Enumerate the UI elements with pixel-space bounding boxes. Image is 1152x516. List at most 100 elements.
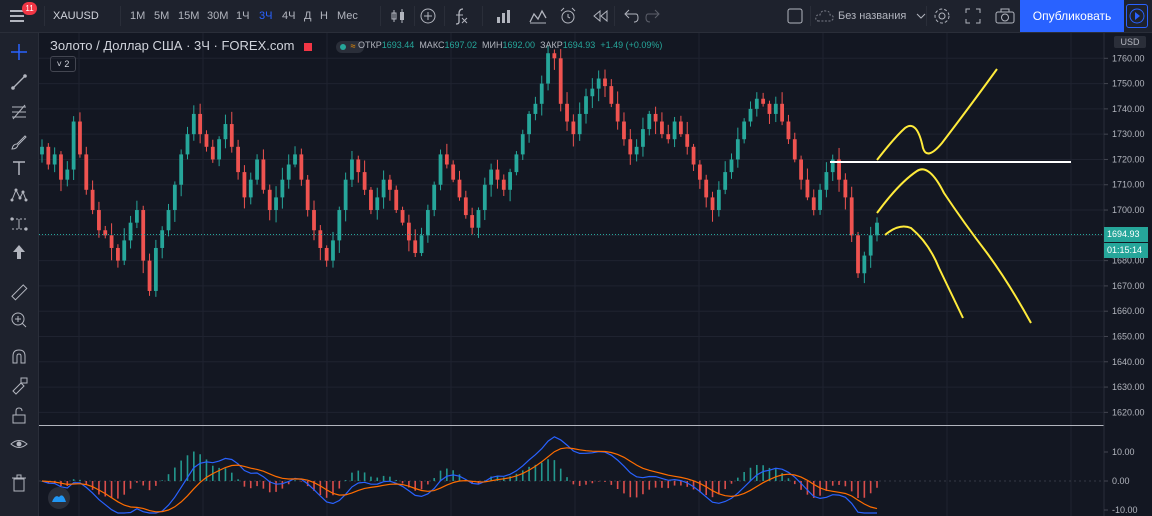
top-toolbar: 11 XAUUSD 1М 5М 15М 30М 1Ч 3Ч 4Ч Д Н Мес [0,0,1152,33]
candle-body [773,103,778,114]
text-tool-icon[interactable] [9,158,29,178]
candle-body [748,108,753,122]
macd-histogram-bar [136,481,138,483]
macd-histogram-bar [673,481,676,486]
candle-body [236,146,240,173]
macd-histogram-bar [148,481,151,491]
macd-histogram-bar [857,481,859,499]
macd-histogram-bar [72,479,75,481]
candle-body [217,139,222,160]
interval-30m[interactable]: 30М [207,0,228,32]
ruler-icon[interactable] [9,282,29,302]
brush-icon[interactable] [9,132,29,152]
macd-histogram-bar [376,477,379,481]
fullscreen-icon[interactable] [963,6,983,26]
candle-body [425,210,430,236]
forecast-curve-low[interactable] [884,225,964,319]
indicator-tick-label: 10.00 [1112,447,1135,457]
indicators-icon[interactable] [450,6,470,26]
forecast-curve-up[interactable] [876,68,998,161]
side-panel-toggle[interactable] [1126,4,1148,28]
lock-drawing-icon[interactable] [9,375,29,395]
financials-icon[interactable] [494,6,514,26]
interval-15m[interactable]: 15М [178,0,199,32]
candle-body [501,179,506,190]
arrow-up-icon[interactable] [9,242,29,262]
chart-type-icon[interactable] [388,6,408,26]
currency-label[interactable]: USD [1114,36,1146,48]
templates-icon[interactable] [528,6,548,26]
candle-body [552,53,557,59]
interval-week[interactable]: Н [320,0,328,32]
replay-icon[interactable] [590,6,610,26]
candle-body [805,179,810,198]
price-tick-label: 1640.00 [1112,357,1145,367]
redo-icon[interactable] [644,6,664,26]
layout-name[interactable]: Без названия [838,0,906,32]
separator [44,6,45,26]
candle-body [381,179,386,198]
symbol-title[interactable]: Золото / Доллар США · 3Ч · FOREX.com [50,38,294,53]
collapse-indicators-button[interactable]: ˅ 2 [50,56,76,72]
crosshair-icon[interactable] [9,42,29,62]
candle-body [198,113,203,135]
macd-histogram-bar [521,470,524,481]
zoom-in-icon[interactable] [9,310,29,330]
chart-legend[interactable]: Золото / Доллар США · 3Ч · FOREX.com ≈ [50,38,364,54]
candle-body [856,235,860,274]
interval-3h[interactable]: 3Ч [259,0,272,32]
candle-body [697,164,702,180]
macd-histogram-bar [850,481,853,492]
interval-1h[interactable]: 1Ч [236,0,249,32]
current-price-label: 1694.93 [1104,227,1148,242]
trend-line-icon[interactable] [9,72,29,92]
price-tick-label: 1650.00 [1112,331,1145,341]
macd-histogram-bar [869,481,872,494]
trash-icon[interactable] [9,473,29,493]
gear-icon[interactable] [932,6,952,26]
candle-body [539,83,544,104]
candle-body [312,210,316,231]
macd-histogram-bar [91,481,94,490]
pattern-icon[interactable] [9,185,29,205]
macd-histogram-bar [774,469,777,481]
macd-histogram-bar [591,481,594,484]
publish-button[interactable]: Опубликовать [1020,0,1124,32]
symbol-search[interactable]: XAUUSD [53,0,99,32]
layout-icon[interactable] [785,6,805,26]
macd-histogram-bar [344,480,347,481]
candle-body [46,146,51,165]
separator [444,6,445,26]
price-tick-label: 1710.00 [1112,180,1145,190]
candle-body [666,134,671,140]
macd-histogram-bar [762,465,764,481]
magnet-icon[interactable] [9,347,29,367]
compare-plus-icon[interactable] [418,6,438,26]
eye-icon[interactable] [9,434,29,454]
interval-1m[interactable]: 1М [130,0,145,32]
chart-area[interactable]: 1760.00 1750.00 1740.00 1730.00 1720.00 1710.… [39,33,1152,516]
prediction-icon[interactable] [9,214,29,234]
candle-body [799,159,803,180]
interval-4h[interactable]: 4Ч [282,0,295,32]
macd-histogram-bar [876,481,878,488]
unlock-icon[interactable] [9,405,29,425]
interval-5m[interactable]: 5М [154,0,169,32]
candle-body [463,197,468,216]
chevron-down-icon[interactable] [911,6,931,26]
candle-body [71,121,76,170]
candle-body [590,88,595,97]
play-icon [1129,8,1145,24]
candle-body [723,172,728,190]
undo-icon[interactable] [620,6,640,26]
interval-day[interactable]: Д [304,0,311,32]
macd-histogram-bar [718,481,720,495]
alert-icon[interactable] [558,6,578,26]
fib-retracement-icon[interactable] [9,102,29,122]
macd-histogram-bar [281,481,284,489]
candle-body [615,103,620,122]
camera-icon[interactable] [994,6,1015,26]
candle-body [116,247,120,261]
macd-histogram-bar [806,481,809,495]
interval-month[interactable]: Мес [337,0,358,32]
